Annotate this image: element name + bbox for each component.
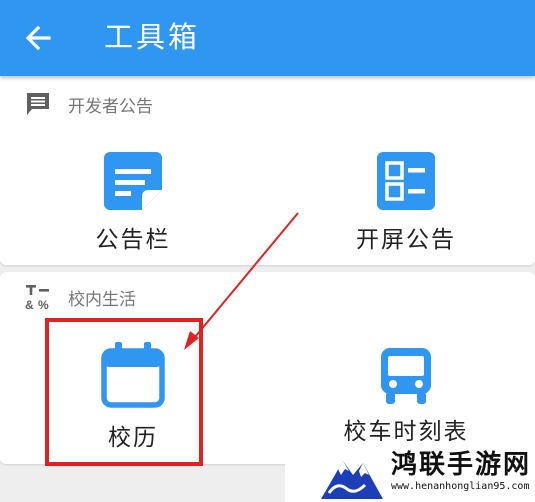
watermark-url: www.henanhonglian95.com — [391, 480, 530, 492]
watermark-text: 鸿联手游网 www.henanhonglian95.com — [391, 450, 531, 494]
watermark: 鸿联手游网 www.henanhonglian95.com — [285, 441, 535, 502]
mountain-logo-icon — [321, 444, 383, 499]
annotation-arrow — [184, 212, 299, 350]
watermark-title: 鸿联手游网 — [391, 449, 532, 480]
